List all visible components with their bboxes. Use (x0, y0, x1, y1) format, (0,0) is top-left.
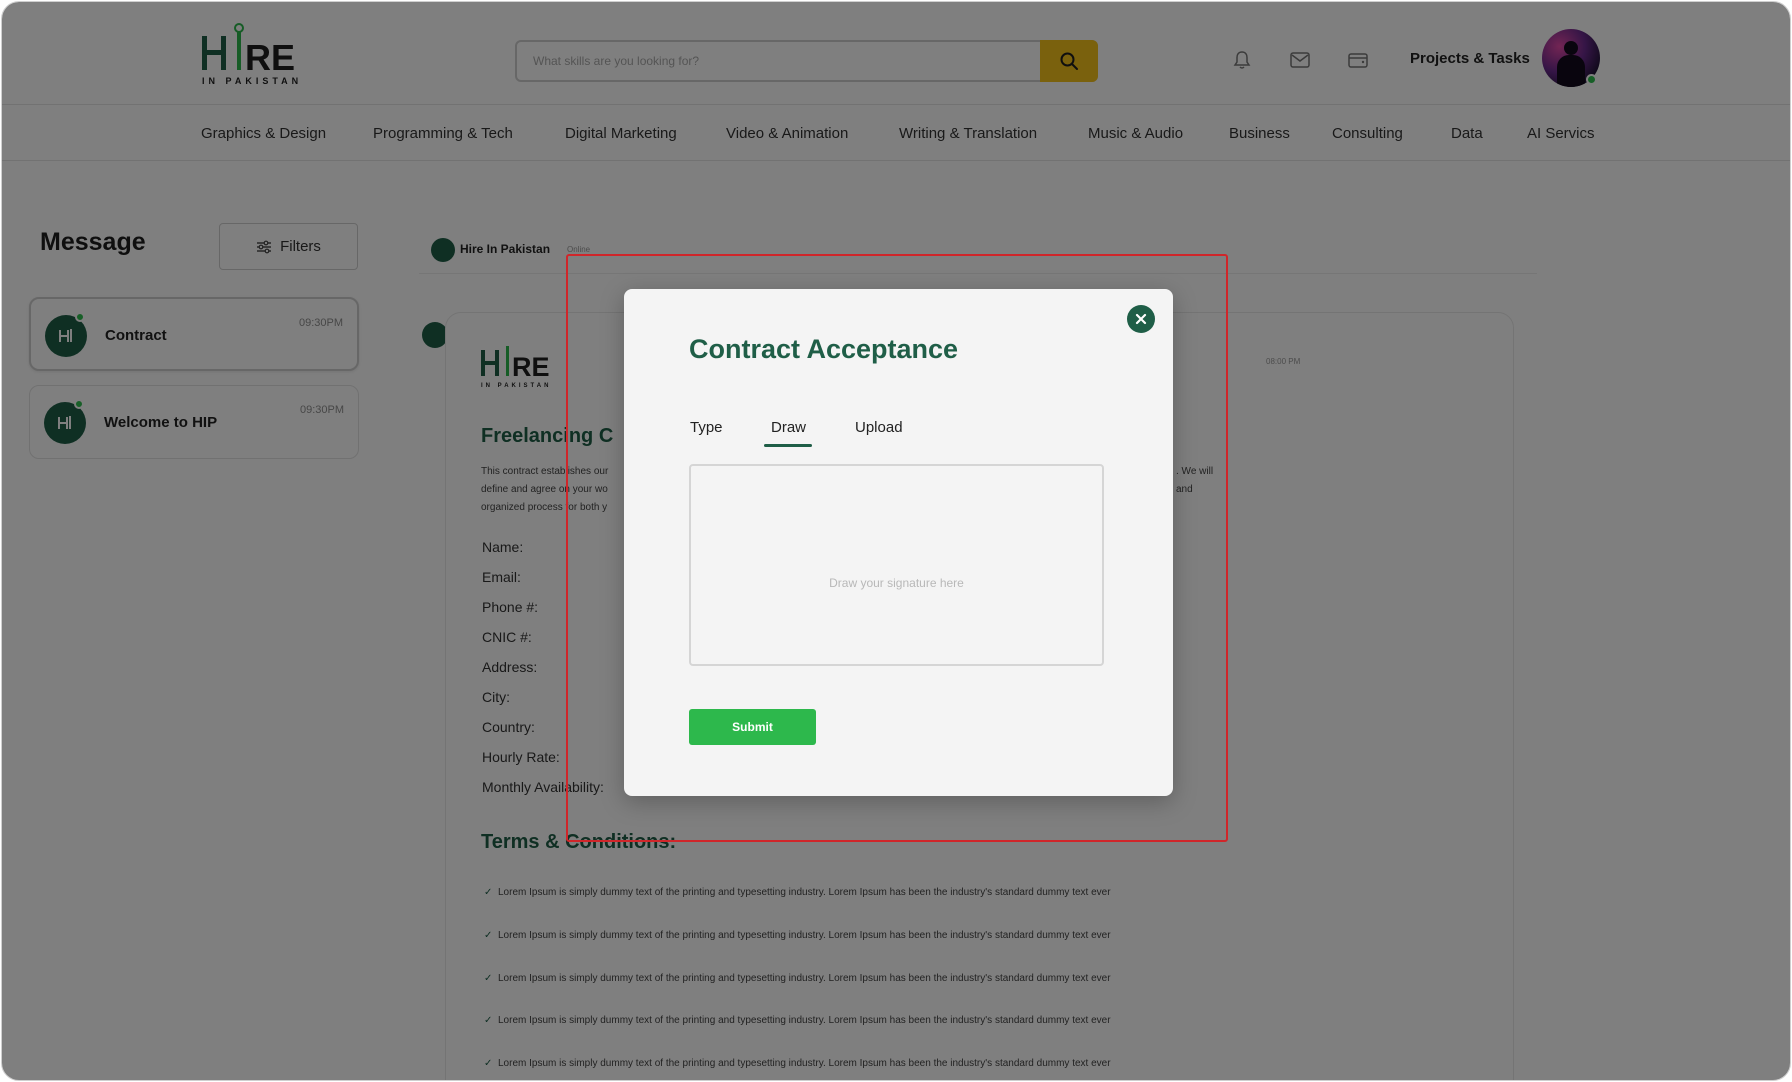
app-window: RE IN PAKISTAN (1, 1, 1791, 1081)
modal-title: Contract Acceptance (689, 334, 959, 364)
tab-type[interactable]: Type (690, 419, 723, 436)
tab-upload[interactable]: Upload (855, 419, 903, 436)
close-button[interactable] (1127, 305, 1155, 333)
signature-placeholder: Draw your signature here (829, 576, 964, 590)
contract-acceptance-modal: Contract Acceptance Type Draw Upload Dra… (624, 289, 1173, 796)
tab-draw[interactable]: Draw (771, 419, 806, 436)
close-icon (1135, 313, 1147, 325)
submit-button[interactable]: Submit (689, 709, 816, 745)
signature-pad[interactable]: Draw your signature here (689, 464, 1104, 666)
active-tab-indicator (764, 444, 812, 447)
